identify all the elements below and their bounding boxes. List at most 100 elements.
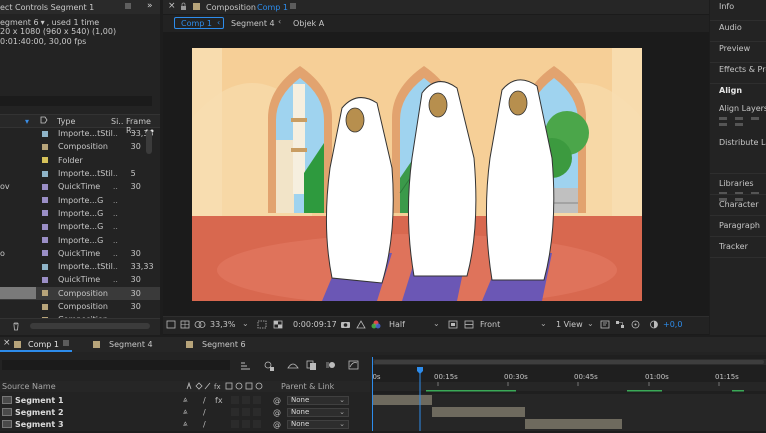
list-item[interactable]: QuickTime.. 30 <box>0 180 160 193</box>
grid-icon[interactable] <box>180 320 190 331</box>
view-value[interactable]: Front <box>480 320 500 329</box>
color-channels-icon[interactable] <box>371 320 381 331</box>
right-panel-item[interactable]: Effects & Pres <box>719 65 766 74</box>
switch-box[interactable] <box>253 420 261 428</box>
parent-dropdown[interactable]: None ⌄ <box>287 395 349 405</box>
effects-switch-icon[interactable]: fx <box>215 396 227 405</box>
switch-box[interactable] <box>242 408 250 416</box>
list-item[interactable]: Importe...tStill.. 5 <box>0 167 160 180</box>
parent-link-header[interactable]: Parent & Link <box>281 382 334 391</box>
shy-layers-icon[interactable] <box>287 360 299 372</box>
tab-comp1[interactable]: Comp 1 <box>28 340 59 349</box>
close-icon[interactable]: × <box>168 1 176 11</box>
timeline-layer-row[interactable]: Segment 1 ⩓ / fx @ None ⌄ <box>0 394 370 406</box>
list-item[interactable]: Importe...G.. <box>0 220 160 233</box>
hamburger-icon[interactable] <box>62 339 70 349</box>
chevron-down-icon[interactable]: ▾ <box>41 18 45 27</box>
current-time[interactable]: 0:00:09:17 <box>293 320 337 329</box>
label-color-chip[interactable] <box>42 263 48 270</box>
frame-blending-icon[interactable] <box>306 360 317 372</box>
resolution-value[interactable]: Half <box>389 320 405 329</box>
right-panel-item[interactable]: Paragraph <box>719 221 760 230</box>
right-panel-item[interactable]: Audio <box>719 23 742 32</box>
list-item[interactable]: QuickTime.. 30 <box>0 273 160 286</box>
label-color-chip[interactable] <box>42 143 48 150</box>
label-color-chip[interactable] <box>42 237 48 244</box>
label-color-chip[interactable] <box>42 223 48 230</box>
list-item[interactable]: Folder <box>0 154 160 167</box>
zoom-value[interactable]: 33,3% <box>210 320 235 329</box>
motion-blur-icon[interactable] <box>325 360 336 372</box>
label-color-chip[interactable] <box>42 210 48 217</box>
show-snapshot-icon[interactable] <box>356 320 366 331</box>
breadcrumb-objek-a[interactable]: Objek A <box>293 19 324 28</box>
switch-box[interactable] <box>242 396 250 404</box>
switch-box[interactable] <box>231 408 239 416</box>
exposure-icon[interactable] <box>649 320 659 331</box>
chevron-down-icon[interactable]: ⌄ <box>433 319 440 328</box>
comp-flowchart-icon[interactable] <box>615 320 625 331</box>
selected-name-cell[interactable] <box>0 287 36 299</box>
timeline-layer-row[interactable]: Segment 2 ⩓ / @ None ⌄ <box>0 406 370 418</box>
timeline-search-input[interactable] <box>2 360 230 370</box>
label-color-chip[interactable] <box>42 290 48 297</box>
source-name-header[interactable]: Source Name <box>2 382 56 391</box>
layer-name[interactable]: Segment 3 <box>15 420 183 429</box>
list-item[interactable]: Importe...G.. <box>0 207 160 220</box>
quality-switch-icon[interactable]: / <box>203 408 215 417</box>
pick-whip-icon[interactable]: @ <box>273 420 281 429</box>
timeline-graph[interactable]: 00s 00:15s 00:30s 00:45s 01:00s 01:15s <box>368 355 766 431</box>
shy-switch-icon[interactable]: ⩓ <box>183 407 195 417</box>
region-of-interest-icon[interactable] <box>257 320 268 332</box>
list-item[interactable]: Composition 30 <box>0 140 160 153</box>
draft-3d-icon[interactable] <box>263 360 275 374</box>
double-chevron-right-icon[interactable]: » <box>147 1 153 11</box>
right-panel-item[interactable]: Character <box>719 200 759 209</box>
composition-canvas[interactable] <box>192 48 642 301</box>
breadcrumb-comp1[interactable]: Comp 1 <box>181 19 212 28</box>
chevron-down-icon[interactable]: ⌄ <box>242 319 249 328</box>
label-color-chip[interactable] <box>42 130 48 137</box>
3d-renderer-icon[interactable] <box>630 320 641 331</box>
tab-segment6[interactable]: Segment 6 <box>202 340 246 349</box>
right-panel-item[interactable]: Libraries <box>719 179 754 188</box>
hamburger-icon[interactable] <box>289 2 297 12</box>
label-color-chip[interactable] <box>42 303 48 310</box>
chevron-down-icon[interactable]: ⌄ <box>540 319 547 328</box>
layer-name[interactable]: Segment 1 <box>15 396 183 405</box>
trash-icon[interactable] <box>12 322 20 333</box>
list-item[interactable]: Composition 30 <box>0 300 160 313</box>
always-preview-icon[interactable] <box>166 320 176 331</box>
right-panel-item[interactable]: Distribute Laye <box>719 138 766 147</box>
right-panel-item[interactable]: Align Layers to <box>719 104 766 113</box>
label-color-chip[interactable] <box>42 170 48 177</box>
right-panel-item[interactable]: Info <box>719 2 734 11</box>
toggle-view-icon[interactable] <box>464 320 474 331</box>
column-size[interactable]: Si.. <box>111 117 123 126</box>
chevron-down-icon[interactable]: ⌄ <box>587 319 594 328</box>
mask-visibility-icon[interactable] <box>194 320 206 331</box>
horizontal-scrollbar[interactable] <box>30 323 150 329</box>
label-color-chip[interactable] <box>42 157 48 164</box>
views-value[interactable]: 1 View <box>556 320 583 329</box>
label-color-chip[interactable] <box>42 183 48 190</box>
pick-whip-icon[interactable]: @ <box>273 408 281 417</box>
list-item[interactable]: Importe...G.. <box>0 193 160 206</box>
comp-mini-flowchart-icon[interactable] <box>240 361 251 373</box>
shy-switch-icon[interactable]: ⩓ <box>183 419 195 429</box>
lock-icon[interactable] <box>180 2 187 13</box>
label-tag-icon[interactable] <box>40 116 48 126</box>
align-buttons-icon[interactable] <box>719 116 759 130</box>
switch-box[interactable] <box>242 420 250 428</box>
switch-box[interactable] <box>253 408 261 416</box>
switch-box[interactable] <box>253 396 261 404</box>
quality-switch-icon[interactable]: / <box>203 420 215 429</box>
list-item[interactable]: Importe...tStill.. 33,33 <box>0 127 160 140</box>
scrollbar-thumb[interactable] <box>146 130 152 154</box>
camera-icon[interactable] <box>340 320 351 331</box>
breadcrumb-segment4[interactable]: Segment 4 <box>231 19 275 28</box>
right-panel-item[interactable]: Preview <box>719 44 750 53</box>
exposure-value[interactable]: +0,0 <box>663 320 682 329</box>
list-item[interactable]: Importe...G.. <box>0 233 160 246</box>
hamburger-icon[interactable] <box>124 2 132 10</box>
